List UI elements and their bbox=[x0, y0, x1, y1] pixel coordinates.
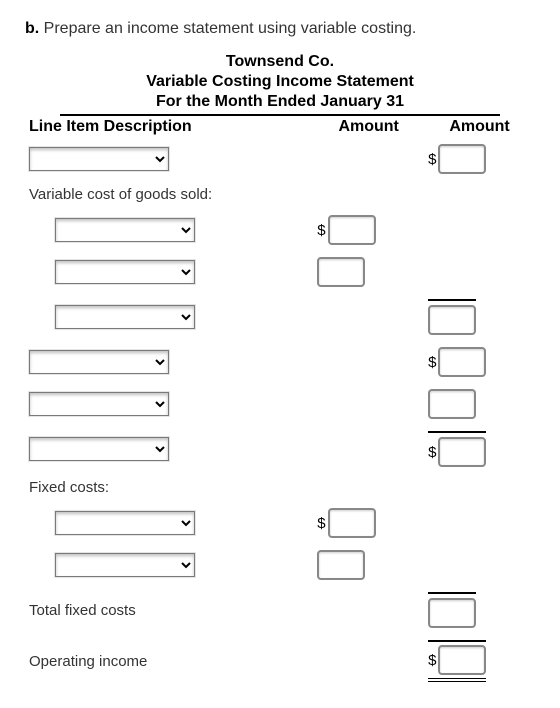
row-vcogs-label: Variable cost of goods sold: bbox=[25, 180, 535, 209]
amount-input[interactable] bbox=[317, 257, 365, 287]
line-item-select[interactable] bbox=[29, 147, 169, 171]
row-vcogs-total bbox=[25, 293, 535, 341]
line-item-select[interactable] bbox=[55, 218, 195, 242]
row-sales: $ bbox=[25, 138, 535, 180]
row-fixed-label: Fixed costs: bbox=[25, 473, 535, 502]
question-letter: b. bbox=[25, 20, 39, 37]
line-item-select[interactable] bbox=[29, 350, 169, 374]
dollar-sign: $ bbox=[428, 151, 436, 168]
question-text: Prepare an income statement using variab… bbox=[44, 20, 417, 37]
row-fixed-1: $ bbox=[25, 502, 535, 544]
statement-period: For the Month Ended January 31 bbox=[60, 92, 500, 112]
dollar-sign: $ bbox=[428, 444, 436, 461]
amount-input[interactable] bbox=[328, 215, 376, 245]
amount-input[interactable] bbox=[438, 437, 486, 467]
column-header-row: Line Item Description Amount Amount bbox=[25, 116, 535, 138]
row-vcogs-2 bbox=[25, 251, 535, 293]
col-amount-1: Amount bbox=[313, 116, 424, 138]
line-item-select[interactable] bbox=[29, 437, 169, 461]
line-item-select[interactable] bbox=[55, 260, 195, 284]
statement-table: Line Item Description Amount Amount $ Va… bbox=[25, 116, 535, 688]
line-item-select[interactable] bbox=[29, 392, 169, 416]
row-manuf-margin: $ bbox=[25, 341, 535, 383]
dollar-sign: $ bbox=[317, 222, 325, 239]
amount-input[interactable] bbox=[438, 347, 486, 377]
fixed-label: Fixed costs: bbox=[25, 473, 535, 502]
col-amount-2: Amount bbox=[424, 116, 535, 138]
company-name: Townsend Co. bbox=[60, 52, 500, 72]
amount-input[interactable] bbox=[428, 305, 476, 335]
statement-header: Townsend Co. Variable Costing Income Sta… bbox=[60, 52, 500, 116]
row-var-sell bbox=[25, 383, 535, 425]
col-desc: Line Item Description bbox=[25, 116, 313, 138]
opinc-label: Operating income bbox=[25, 634, 313, 688]
row-operating-income: Operating income $ bbox=[25, 634, 535, 688]
line-item-select[interactable] bbox=[55, 305, 195, 329]
row-fixed-2 bbox=[25, 544, 535, 586]
line-item-select[interactable] bbox=[55, 553, 195, 577]
vcogs-label: Variable cost of goods sold: bbox=[25, 180, 535, 209]
statement-title: Variable Costing Income Statement bbox=[60, 72, 500, 92]
row-total-fixed: Total fixed costs bbox=[25, 586, 535, 634]
dollar-sign: $ bbox=[317, 515, 325, 532]
question-prompt: b. Prepare an income statement using var… bbox=[25, 20, 535, 38]
amount-input[interactable] bbox=[317, 550, 365, 580]
dollar-sign: $ bbox=[428, 652, 436, 669]
row-vcogs-1: $ bbox=[25, 209, 535, 251]
dollar-sign: $ bbox=[428, 354, 436, 371]
totalfixed-label: Total fixed costs bbox=[25, 586, 313, 634]
amount-input[interactable] bbox=[438, 645, 486, 675]
amount-input[interactable] bbox=[328, 508, 376, 538]
amount-input[interactable] bbox=[438, 144, 486, 174]
line-item-select[interactable] bbox=[55, 511, 195, 535]
amount-input[interactable] bbox=[428, 389, 476, 419]
row-contrib-margin: $ bbox=[25, 425, 535, 473]
amount-input[interactable] bbox=[428, 598, 476, 628]
